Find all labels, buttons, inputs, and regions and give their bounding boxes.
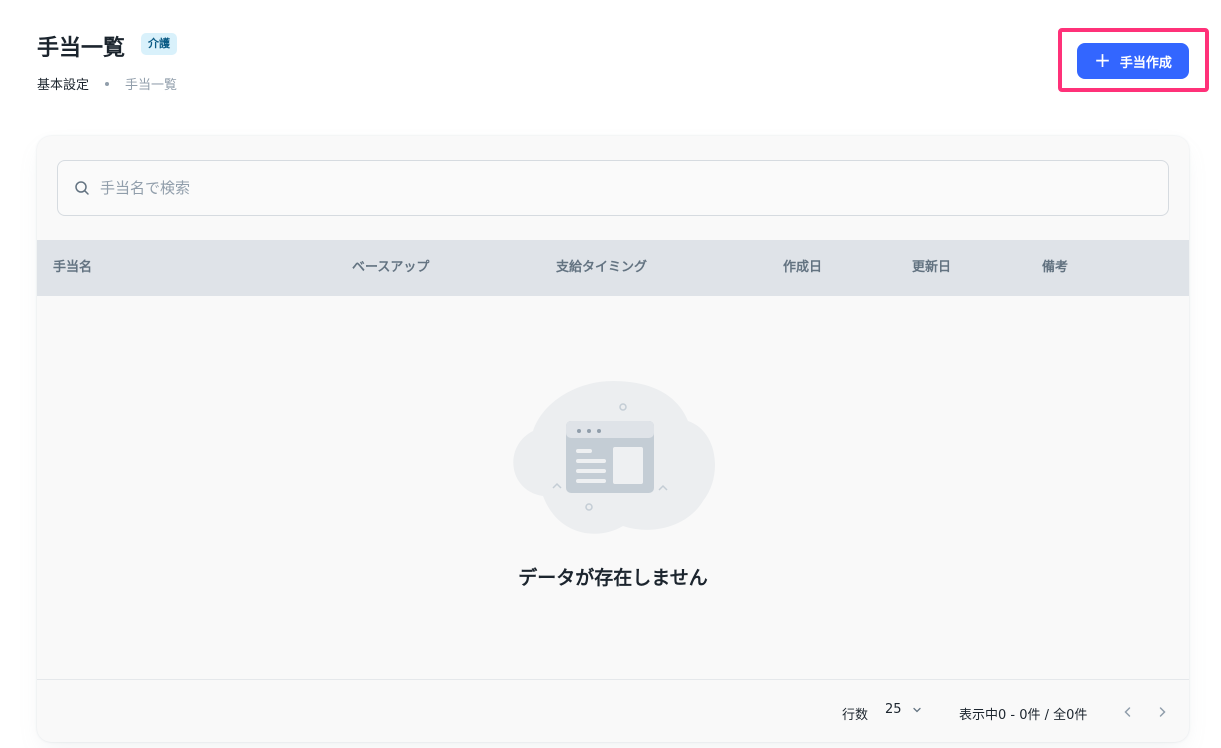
create-allowance-label: 手当作成 [1119, 55, 1172, 71]
search-icon [75, 181, 89, 195]
column-header-created-date[interactable]: 作成日 [783, 240, 822, 296]
chevron-down-icon [912, 707, 921, 712]
rows-per-page-select[interactable]: 25 [885, 702, 922, 717]
previous-page-button[interactable] [1114, 698, 1142, 726]
page-title: 手当一覧 [37, 36, 126, 61]
search-input[interactable] [100, 179, 1000, 197]
column-header-payment-timing[interactable]: 支給タイミング [556, 240, 647, 296]
plus-icon: + [1094, 48, 1111, 72]
breadcrumb-item-current: 手当一覧 [125, 78, 178, 93]
allowance-table-card: 手当名 ベースアップ 支給タイミング 作成日 更新日 備考 データが存在しません… [37, 136, 1189, 742]
column-header-base-up[interactable]: ベースアップ [352, 240, 429, 296]
breadcrumb: 基本設定 手当一覧 [37, 74, 177, 93]
table-pagination: 行数 25 表示中0 - 0件 / 全0件 [37, 679, 1189, 742]
breadcrumb-separator [105, 81, 110, 86]
create-allowance-button[interactable]: + 手当作成 [1077, 43, 1189, 79]
column-header-updated-date[interactable]: 更新日 [912, 240, 951, 296]
pagination-range-text: 表示中0 - 0件 / 全0件 [959, 708, 1088, 723]
chevron-left-icon [1124, 707, 1131, 717]
breadcrumb-item-basic-settings[interactable]: 基本設定 [37, 74, 89, 93]
table-header: 手当名 ベースアップ 支給タイミング 作成日 更新日 備考 [37, 240, 1189, 296]
chevron-right-icon [1159, 707, 1166, 717]
rows-per-page-label: 行数 [842, 708, 869, 723]
next-page-button[interactable] [1148, 698, 1176, 726]
column-header-name[interactable]: 手当名 [53, 240, 92, 296]
category-badge: 介護 [141, 33, 177, 55]
empty-state-illustration [513, 381, 715, 534]
empty-state-message: データが存在しません [518, 567, 708, 589]
column-header-notes[interactable]: 備考 [1042, 240, 1068, 296]
rows-per-page-value: 25 [885, 702, 902, 717]
search-box[interactable] [57, 160, 1169, 216]
